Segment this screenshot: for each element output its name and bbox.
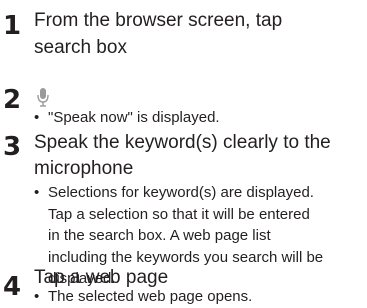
step-2-bullet: • "Speak now" is displayed.: [34, 107, 364, 129]
step-1-title-line-2: search box: [34, 37, 127, 58]
step-4-bullet-text: The selected web page opens.: [48, 288, 253, 305]
step-1-title-line-1: From the browser screen, tap: [34, 10, 283, 31]
step-4-bullet: • The selected web page opens.: [34, 286, 364, 308]
step-3-bullet-line-1: Selections for keyword(s) are displayed.: [48, 184, 314, 201]
step-1-number: 1: [3, 11, 22, 41]
bullet-dot: •: [34, 109, 40, 126]
instruction-document: 1 From the browser screen, tap search bo…: [0, 0, 367, 305]
bullet-dot: •: [34, 288, 40, 305]
step-3-title-line-2: microphone: [34, 158, 134, 179]
step-3-bullet-line-4: including the keywords you search will b…: [48, 248, 324, 266]
step-2-number: 2: [3, 85, 22, 115]
step-4-number: 4: [3, 272, 22, 302]
microphone-icon: [37, 88, 49, 107]
step-3-title-line-1: Speak the keyword(s) clearly to the: [34, 132, 331, 153]
step-3-number: 3: [3, 132, 22, 162]
bullet-dot: •: [34, 184, 40, 201]
step-2-bullet-text: "Speak now" is displayed.: [48, 109, 220, 126]
step-3-bullet-line-3: in the search box. A web page list: [48, 227, 271, 244]
step-3-bullet-line-2: Tap a selection so that it will be enter…: [48, 205, 310, 223]
